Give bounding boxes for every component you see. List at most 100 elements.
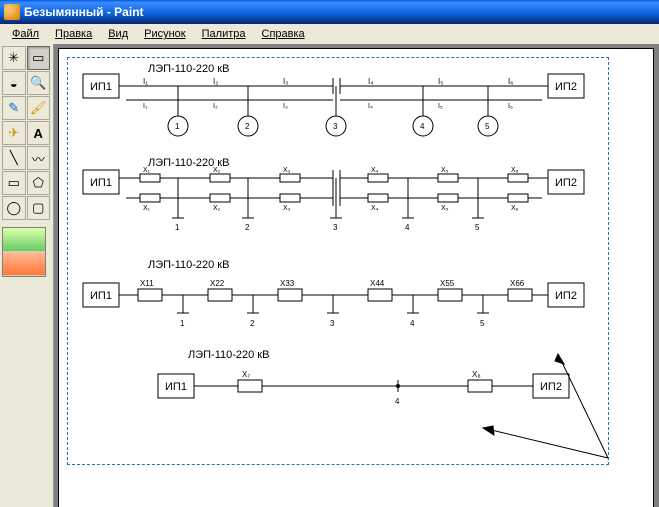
- d1-I1-top: I₁: [143, 77, 148, 86]
- d1-I6-top: I₆: [508, 77, 513, 86]
- d3-x22: X22: [210, 279, 225, 288]
- tool-rect-select[interactable]: ▭: [27, 46, 51, 70]
- d3-n1: 1: [180, 319, 185, 328]
- d2-n2: 2: [245, 223, 250, 232]
- tool-freeform-select[interactable]: ✳: [2, 46, 26, 70]
- d1-I5-top: I₅: [438, 77, 443, 86]
- menu-help[interactable]: Справка: [254, 26, 313, 42]
- titlebar: Безымянный - Paint: [0, 0, 659, 24]
- menu-view[interactable]: Вид: [100, 26, 136, 42]
- d2-x6t: X₆: [511, 167, 519, 174]
- menu-help-label: Справка: [262, 28, 305, 40]
- tool-pencil[interactable]: ✈: [2, 121, 26, 145]
- d2-n1: 1: [175, 223, 180, 232]
- selection-marquee[interactable]: ЛЭП-110-220 кВ ИП1 ИП2 I₁ I₂ I₃ I₄ I₅ I₆…: [67, 57, 609, 465]
- d1-I6b: I₆: [508, 103, 513, 110]
- window-title: Безымянный - Paint: [24, 5, 144, 19]
- d4-n4: 4: [395, 397, 400, 406]
- d3-xboxes: X11 X22 X33 X44 X55 X66: [138, 279, 532, 301]
- d1-I3-top: I₃: [283, 77, 288, 86]
- tool-ellipse[interactable]: ◯: [2, 196, 26, 220]
- d2-x5t: X₅: [441, 167, 449, 174]
- d1-I5b: I₅: [438, 103, 443, 110]
- ellipse-icon: ◯: [6, 200, 21, 216]
- d3-x44: X44: [370, 279, 385, 288]
- d2-x1t: X₁: [143, 167, 151, 174]
- d2-x2b: X₂: [213, 205, 221, 212]
- polygon-icon: ⬠: [33, 175, 44, 191]
- tool-fill[interactable]: 🔍: [27, 71, 51, 95]
- eraser-icon: ◒: [10, 76, 18, 91]
- d2-x3b: X₃: [283, 205, 291, 212]
- d2-n3: 3: [333, 223, 338, 232]
- tool-text[interactable]: A: [27, 121, 51, 145]
- d4-x7: X₇: [242, 370, 250, 379]
- d3-n4: 4: [410, 319, 415, 328]
- d2-x1b: X₁: [143, 205, 151, 212]
- tool-polygon[interactable]: ⬠: [27, 171, 51, 195]
- menu-file[interactable]: Файл: [4, 26, 47, 42]
- tool-magnifier[interactable]: 🖌: [27, 96, 51, 120]
- d3-x66: X66: [510, 279, 525, 288]
- menu-colors-label: Палитра: [202, 28, 246, 40]
- menu-file-label: Файл: [12, 28, 39, 40]
- d3-x55: X55: [440, 279, 455, 288]
- tool-picker[interactable]: ✎: [2, 96, 26, 120]
- d2-x4t: X₄: [371, 167, 379, 174]
- pencil-icon: ✈: [8, 125, 19, 141]
- fill-icon: 🔍: [30, 75, 46, 91]
- d1-n4: 4: [420, 122, 425, 131]
- paint-window: Безымянный - Paint Файл Правка Вид Рисун…: [0, 0, 659, 507]
- d2-x3t: X₃: [283, 167, 291, 174]
- menu-edit-label: Правка: [55, 28, 92, 40]
- d2-x5b: X₅: [441, 205, 449, 212]
- d3-x11: X11: [140, 279, 154, 288]
- menu-colors[interactable]: Палитра: [194, 26, 254, 42]
- rectangle-icon: ▭: [8, 175, 20, 191]
- picker-icon: ✎: [8, 100, 19, 116]
- d2-n4: 4: [405, 223, 410, 232]
- d3-n2: 2: [250, 319, 255, 328]
- annotation-arrows: [483, 354, 608, 458]
- d1-ip1: ИП1: [90, 81, 112, 93]
- d2-x4b: X₄: [371, 205, 379, 212]
- d3-ip2: ИП2: [555, 290, 577, 302]
- workspace: ✳▭ ◒🔍 ✎🖌 ✈A ╲〰 ▭⬠ ◯▢ ЛЭП-110-220 кВ ИП1 …: [0, 44, 659, 507]
- tool-rectangle[interactable]: ▭: [2, 171, 26, 195]
- d3-ip1: ИП1: [90, 290, 112, 302]
- d3-header: ЛЭП-110-220 кВ: [148, 259, 229, 271]
- d4-ip1: ИП1: [165, 381, 187, 393]
- d3-n3: 3: [330, 319, 335, 328]
- tool-roundrect[interactable]: ▢: [27, 196, 51, 220]
- d4-ip2: ИП2: [540, 381, 562, 393]
- opt-solid[interactable]: [3, 228, 45, 252]
- d4-header: ЛЭП-110-220 кВ: [188, 349, 269, 361]
- d1-I3b: I₃: [283, 103, 288, 110]
- canvas[interactable]: ЛЭП-110-220 кВ ИП1 ИП2 I₁ I₂ I₃ I₄ I₅ I₆…: [58, 48, 654, 507]
- menu-image-label: Рисунок: [144, 28, 186, 40]
- d1-header: ЛЭП-110-220 кВ: [148, 63, 229, 75]
- d2-ip1: ИП1: [90, 177, 112, 189]
- d2-x6b: X₆: [511, 205, 519, 212]
- d1-I2-top: I₂: [213, 77, 218, 86]
- tool-line[interactable]: ╲: [2, 146, 26, 170]
- d1-I4-top: I₄: [368, 77, 374, 86]
- menu-image[interactable]: Рисунок: [136, 26, 194, 42]
- diagram-svg: ЛЭП-110-220 кВ ИП1 ИП2 I₁ I₂ I₃ I₄ I₅ I₆…: [68, 58, 610, 466]
- tool-eraser[interactable]: ◒: [2, 71, 26, 95]
- tool-options[interactable]: [2, 227, 46, 277]
- d1-I2b: I₂: [213, 103, 218, 110]
- tool-curve[interactable]: 〰: [27, 146, 51, 170]
- d1-n5: 5: [485, 122, 490, 131]
- d3-n5: 5: [480, 319, 485, 328]
- d2-ip2: ИП2: [555, 177, 577, 189]
- canvas-area: ЛЭП-110-220 кВ ИП1 ИП2 I₁ I₂ I₃ I₄ I₅ I₆…: [54, 44, 659, 507]
- d3-x33: X33: [280, 279, 295, 288]
- opt-transparent[interactable]: [3, 252, 45, 276]
- menu-edit[interactable]: Правка: [47, 26, 100, 42]
- toolbox: ✳▭ ◒🔍 ✎🖌 ✈A ╲〰 ▭⬠ ◯▢: [0, 44, 54, 507]
- roundrect-icon: ▢: [32, 200, 44, 216]
- d1-n1: 1: [175, 122, 180, 131]
- d2-n5: 5: [475, 223, 480, 232]
- d1-ip2: ИП2: [555, 81, 577, 93]
